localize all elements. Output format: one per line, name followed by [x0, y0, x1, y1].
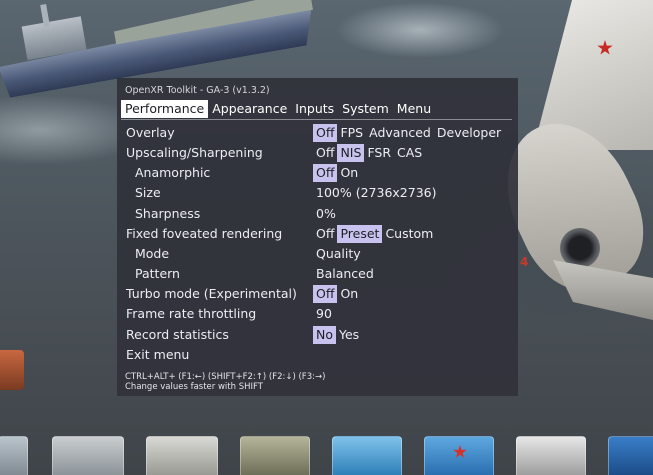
setting-options: 90 [313, 305, 335, 323]
option-on[interactable]: On [337, 285, 361, 303]
tabs-divider [121, 119, 512, 120]
setting-row-sharpness[interactable]: Sharpness 0% [117, 205, 518, 223]
tab-appearance[interactable]: Appearance [208, 100, 291, 118]
setting-row-size[interactable]: Size 100% (2736x2736) [117, 184, 518, 202]
shortcut-help: CTRL+ALT+ (F1:←) (SHIFT+F2:↑) (F2:↓) (F3… [125, 372, 325, 392]
option-0[interactable]: 0% [313, 205, 339, 223]
option-advanced[interactable]: Advanced [366, 124, 434, 142]
option-balanced[interactable]: Balanced [313, 265, 377, 283]
setting-options: Quality [313, 245, 364, 263]
option-fsr[interactable]: FSR [364, 144, 394, 162]
tab-inputs[interactable]: Inputs [291, 100, 338, 118]
setting-label: Sharpness [135, 205, 201, 221]
setting-options: 100% (2736x2736) [313, 184, 439, 202]
dock-item-6[interactable] [424, 436, 494, 475]
option-no[interactable]: No [313, 325, 336, 344]
option-cas[interactable]: CAS [394, 144, 425, 162]
setting-options: Balanced [313, 265, 377, 283]
setting-label: Mode [135, 245, 170, 261]
setting-label: Size [135, 185, 161, 201]
dock-item-1[interactable] [0, 436, 28, 475]
jet-intake [560, 228, 600, 268]
option-off[interactable]: Off [313, 164, 338, 183]
option-quality[interactable]: Quality [313, 245, 364, 263]
shortcut-keys-text: CTRL+ALT+ (F1:←) (SHIFT+F2:↑) (F2:↓) (F3… [125, 372, 326, 382]
setting-row-fixed-foveated-rendering[interactable]: Fixed foveated rendering Off Preset Custom [117, 224, 518, 243]
option-100-2736x2736[interactable]: 100% (2736x2736) [313, 184, 439, 202]
setting-label: Fixed foveated rendering [126, 225, 283, 241]
setting-label: Frame rate throttling [126, 306, 257, 322]
option-90[interactable]: 90 [313, 305, 335, 323]
setting-label: Record statistics [126, 326, 229, 342]
setting-row-exit-menu[interactable]: Exit menu [117, 346, 518, 364]
tab-system[interactable]: System [338, 100, 393, 118]
option-preset[interactable]: Preset [337, 224, 383, 243]
setting-label: Turbo mode (Experimental) [126, 286, 297, 302]
setting-row-anamorphic[interactable]: Anamorphic Off On [117, 164, 518, 183]
dock-item-4[interactable] [240, 436, 310, 475]
setting-options: Off FPS Advanced Developer [313, 124, 504, 142]
setting-label: Overlay [126, 125, 175, 140]
setting-label: Upscaling/Sharpening [126, 145, 263, 161]
option-nis[interactable]: NIS [337, 144, 365, 163]
openxr-toolkit-menu: OpenXR Toolkit - GA-3 (v1.3.2) Performan… [117, 78, 518, 396]
menu-title: OpenXR Toolkit - GA-3 (v1.3.2) [125, 85, 270, 96]
setting-row-frame-rate-throttling[interactable]: Frame rate throttling 90 [117, 305, 518, 323]
setting-options: Off NIS FSR CAS [313, 144, 425, 163]
boat-image [0, 350, 24, 390]
setting-label: Exit menu [126, 346, 190, 362]
setting-options: Off On [313, 285, 361, 304]
setting-row-overlay[interactable]: Overlay Off FPS Advanced Developer [117, 124, 518, 142]
setting-row-turbo-mode-experimental[interactable]: Turbo mode (Experimental) Off On [117, 285, 518, 304]
tab-menu[interactable]: Menu [393, 100, 435, 118]
setting-row-record-statistics[interactable]: Record statistics No Yes [117, 325, 518, 344]
dock-item-5[interactable] [332, 436, 402, 475]
setting-row-mode[interactable]: Mode Quality [117, 245, 518, 263]
option-off[interactable]: Off [313, 225, 337, 243]
setting-options: 0% [313, 205, 339, 223]
dock-item-7[interactable] [516, 436, 586, 475]
dock-item-8[interactable] [608, 436, 653, 475]
jet-number-marking: 4 [520, 255, 529, 269]
option-off[interactable]: Off [313, 144, 337, 162]
setting-options: Off Preset Custom [313, 224, 436, 243]
setting-row-upscaling-sharpening[interactable]: Upscaling/Sharpening Off NIS FSR CAS [117, 144, 518, 163]
dock-item-2[interactable] [52, 436, 124, 475]
setting-options: Off On [313, 164, 361, 183]
jet-tail [553, 260, 653, 320]
option-on[interactable]: On [337, 164, 361, 182]
option-developer[interactable]: Developer [434, 124, 504, 142]
tab-performance[interactable]: Performance [121, 100, 209, 118]
option-yes[interactable]: Yes [336, 326, 362, 344]
option-off[interactable]: Off [313, 285, 338, 304]
option-off[interactable]: Off [313, 124, 338, 142]
option-custom[interactable]: Custom [382, 225, 436, 243]
dock-item-3[interactable] [146, 436, 218, 475]
setting-label: Anamorphic [135, 165, 211, 181]
option-fps[interactable]: FPS [337, 124, 366, 142]
shift-hint-text: Change values faster with SHIFT [125, 382, 263, 392]
menu-tabs: Performance Appearance Inputs System Menu [121, 100, 435, 118]
setting-label: Pattern [135, 266, 180, 282]
setting-row-pattern[interactable]: Pattern Balanced [117, 265, 518, 283]
setting-options: No Yes [313, 325, 362, 344]
